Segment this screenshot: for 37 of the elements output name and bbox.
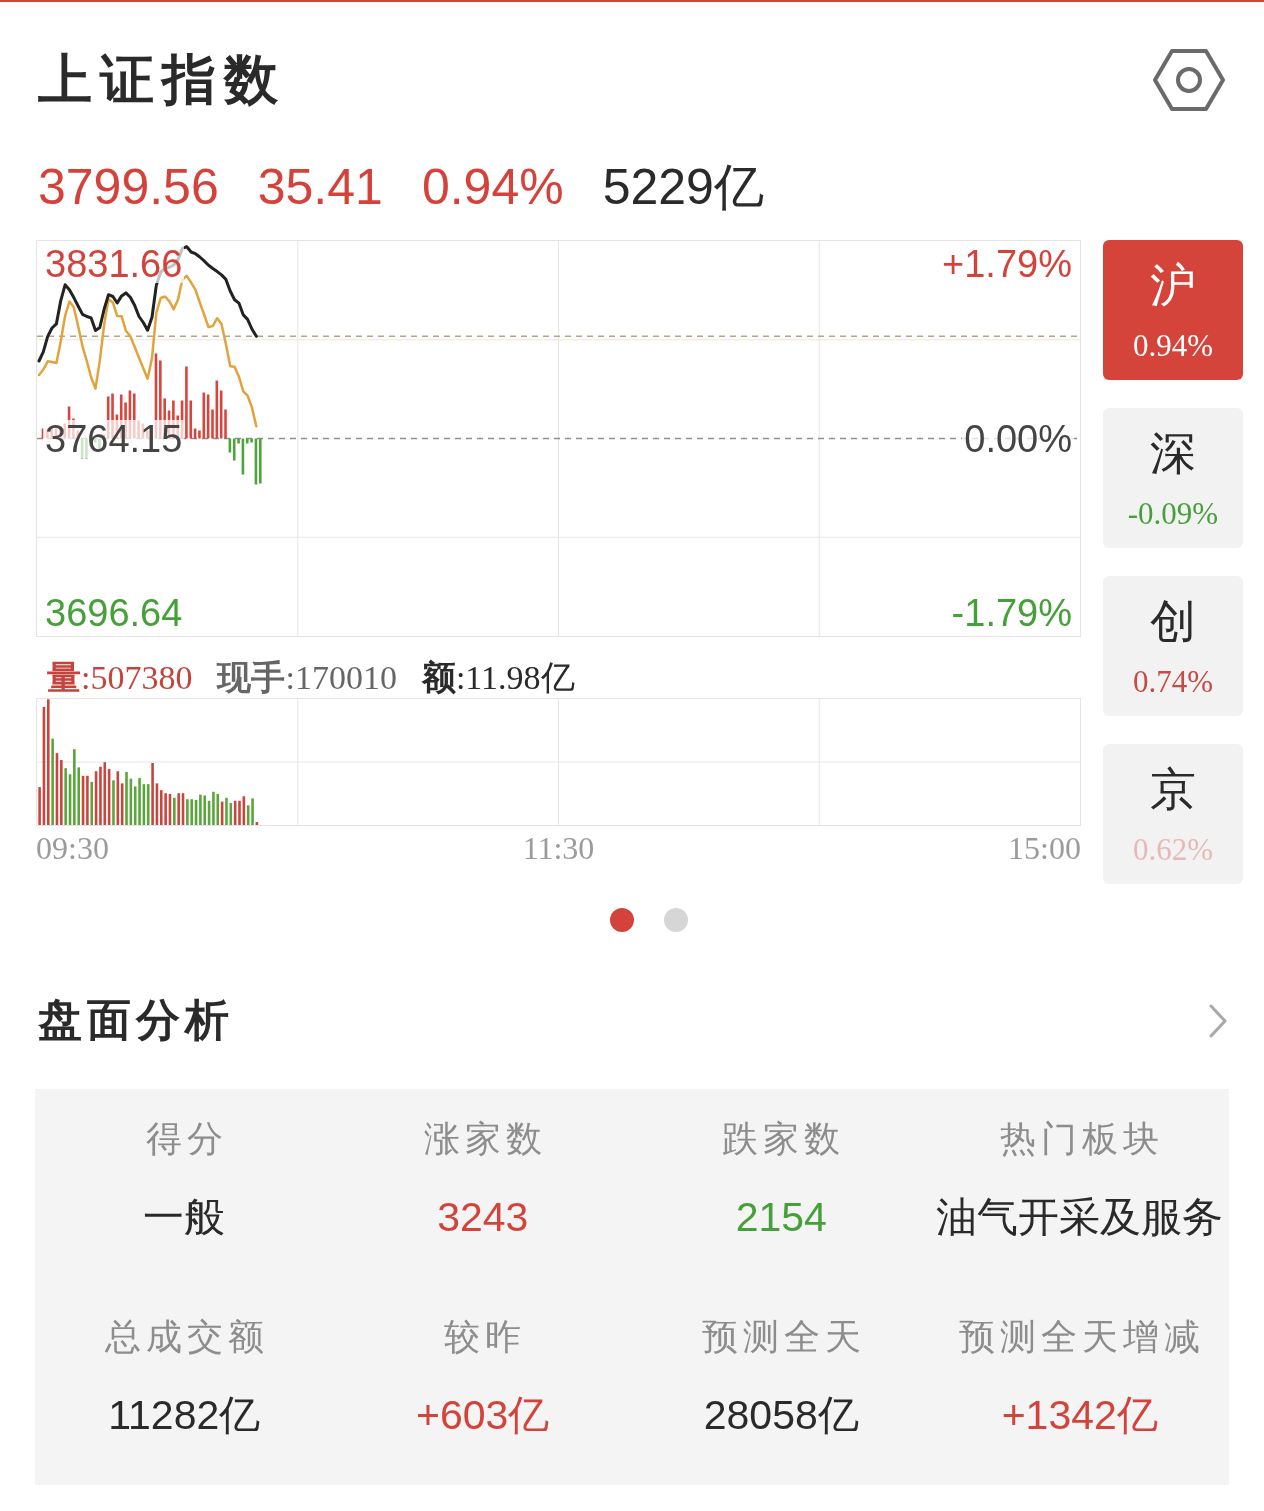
page-dot[interactable] (610, 908, 634, 932)
volume-stat: 量:507380 (47, 658, 193, 698)
volume-stat: 额:11.98亿 (421, 658, 575, 698)
settings-icon[interactable] (1153, 49, 1225, 111)
stat-value: 一般 (143, 1195, 226, 1239)
quote-value: 0.94% (421, 160, 564, 214)
stat-value: 油气开采及服务 (936, 1195, 1224, 1239)
quote-value: 5229亿 (602, 160, 764, 214)
chevron-right-icon[interactable] (1208, 1003, 1228, 1039)
stat-label: 预测全天增减 (958, 1316, 1206, 1359)
stat-value: +1342亿 (1001, 1393, 1158, 1437)
stat-label: 总成交额 (103, 1316, 269, 1359)
stat-label: 涨家数 (422, 1118, 547, 1161)
market-tab[interactable]: 创 0.74% (1103, 576, 1243, 716)
stat-label: 跌家数 (721, 1118, 846, 1161)
page-title: 上证指数 (38, 49, 286, 112)
time-axis-label: 09:30 (36, 830, 109, 866)
time-axis-label: 15:00 (1008, 830, 1081, 866)
market-tab[interactable]: 沪 0.94% (1103, 240, 1243, 380)
stat-value: +603亿 (416, 1393, 550, 1437)
section-title: 盘面分析 (38, 998, 234, 1044)
stat-value: 11282亿 (108, 1393, 261, 1437)
price-axis-label: 3831.66 (43, 245, 185, 283)
stat-label: 得分 (144, 1118, 228, 1161)
market-tab[interactable]: 京 0.62% (1103, 744, 1243, 884)
stat-label: 较昨 (443, 1316, 527, 1359)
market-tab[interactable]: 深 -0.09% (1103, 408, 1243, 548)
stat-label: 预测全天 (700, 1316, 866, 1359)
page-dot[interactable] (664, 908, 688, 932)
time-axis-label: 11:30 (522, 830, 595, 866)
quote-value: 3799.56 (38, 160, 219, 214)
stat-label: 热门板块 (999, 1118, 1165, 1161)
stat-value: 28058亿 (703, 1393, 859, 1437)
volume-stat: 现手:170010 (217, 658, 397, 698)
stat-value: 2154 (735, 1195, 827, 1239)
quote-value: 35.41 (257, 160, 383, 214)
stat-value: 3243 (437, 1195, 529, 1239)
